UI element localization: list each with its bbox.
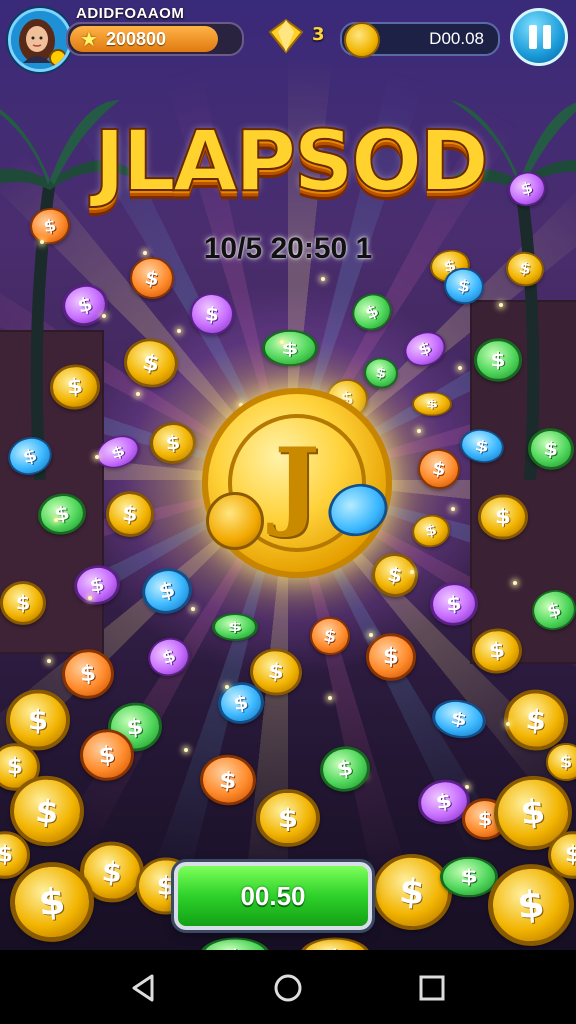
collect-button[interactable]: 00.50 [174, 862, 372, 930]
game-title: JLAPSOD [93, 111, 490, 211]
coin: $ [256, 789, 320, 847]
sparkle [184, 748, 188, 752]
home-icon[interactable] [270, 970, 306, 1006]
gold-value: 200800 [106, 29, 167, 49]
sparkle [499, 303, 503, 307]
pause-icon [529, 25, 537, 49]
coin: $ [474, 338, 522, 382]
coin-balance[interactable]: D00.08 [340, 22, 500, 58]
sparkle [88, 596, 92, 600]
avatar-badge-icon [49, 49, 67, 67]
sparkle [410, 570, 414, 574]
sparkle [328, 696, 332, 700]
star-icon: ★ [80, 27, 98, 51]
gem-icon [268, 18, 304, 54]
pause-icon [543, 25, 551, 49]
coin-balance-value: D00.08 [429, 29, 484, 48]
coin: $ [412, 392, 452, 416]
system-nav-bar [0, 950, 576, 1024]
game-scene: JLAPSOD 10/5 20:50 1 $ $ $ $ $ $ $ $ $ $ $ $ $ $ $ $ $ $ $… [0, 0, 576, 950]
back-icon[interactable] [126, 970, 162, 1006]
sparkle [369, 633, 373, 637]
sparkle [225, 685, 229, 689]
sparkle [143, 251, 147, 255]
coin: $ [212, 613, 258, 641]
sparkle [95, 455, 99, 459]
coin: $ [262, 329, 318, 367]
coin-icon [344, 22, 380, 58]
sparkle [177, 329, 181, 333]
sparkle [40, 240, 44, 244]
sparkle [191, 607, 195, 611]
pause-button[interactable] [510, 8, 568, 66]
recents-icon[interactable] [414, 970, 450, 1006]
sparkle [458, 366, 462, 370]
sparkle [47, 659, 51, 663]
coin: $ [0, 581, 46, 625]
title-subtitle: 10/5 20:50 1 [203, 232, 373, 265]
sparkle [506, 722, 510, 726]
sparkle [54, 518, 58, 522]
player-name: ADIDFOAAOM [76, 5, 185, 22]
coin: $ [366, 633, 416, 681]
sparkle [513, 581, 517, 585]
gem-count: 3 [312, 24, 325, 45]
coin: $ [6, 689, 70, 751]
player-avatar[interactable] [8, 8, 72, 72]
sparkle [102, 314, 106, 318]
coin: $ [478, 494, 528, 540]
sparkle [136, 392, 140, 396]
sparkle [417, 429, 421, 433]
coin [206, 492, 264, 550]
sparkle [280, 340, 284, 344]
sparkle [451, 507, 455, 511]
sparkle [321, 277, 325, 281]
gold-counter[interactable]: ★ 200800 [66, 22, 244, 56]
